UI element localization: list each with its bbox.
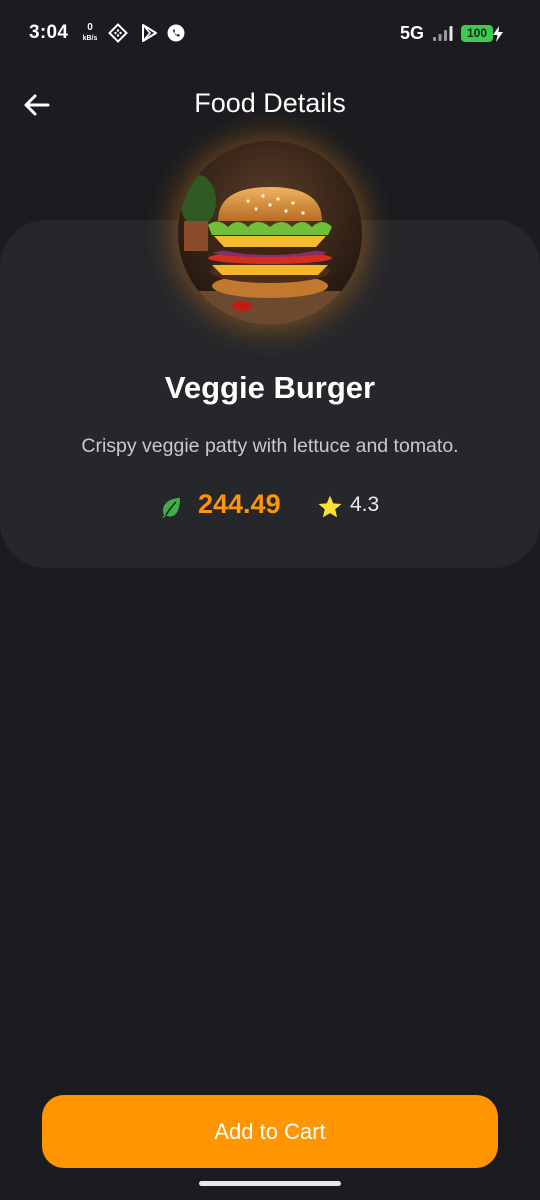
whatsapp-icon xyxy=(167,24,185,42)
food-name: Veggie Burger xyxy=(164,370,376,405)
charging-bolt-icon xyxy=(493,26,503,42)
network-speed-value: 0 xyxy=(87,22,93,33)
status-bar: 3:04 0 kB/s 5G 100 xyxy=(0,0,540,66)
food-meta-row: 244.49 4.3 xyxy=(0,486,540,526)
food-description: Crispy veggie patty with lettuce and tom… xyxy=(81,435,459,457)
network-speed-unit: kB/s xyxy=(82,35,98,42)
network-speed: 0 kB/s xyxy=(79,22,101,43)
signal-icon xyxy=(433,26,453,41)
burger-image xyxy=(178,141,362,325)
food-image xyxy=(178,141,362,325)
status-time: 3:04 xyxy=(29,22,69,43)
battery-indicator: 100 xyxy=(461,25,493,42)
network-type: 5G xyxy=(400,23,425,43)
leaf-icon xyxy=(162,498,180,518)
star-icon xyxy=(318,495,342,518)
page-title: Food Details xyxy=(194,88,346,118)
home-indicator[interactable] xyxy=(199,1181,341,1186)
food-price: 244.49 xyxy=(198,489,281,519)
add-to-cart-button[interactable]: Add to Cart xyxy=(42,1095,498,1168)
food-rating: 4.3 xyxy=(350,493,380,516)
play-store-icon xyxy=(142,24,157,42)
grid-app-icon xyxy=(108,23,128,43)
